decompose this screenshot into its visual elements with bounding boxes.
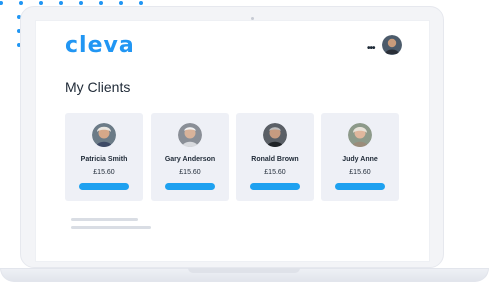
page-title: My Clients bbox=[65, 79, 131, 95]
client-card[interactable]: Patricia Smith £15.60 bbox=[65, 113, 143, 201]
client-action-button[interactable] bbox=[335, 183, 385, 190]
decorative-dot bbox=[59, 1, 63, 5]
skeleton-line bbox=[71, 226, 151, 229]
more-dots-icon[interactable]: ••• bbox=[367, 44, 375, 54]
client-cards: Patricia Smith £15.60 Gary Anderson £15.… bbox=[65, 113, 399, 201]
client-avatar bbox=[178, 123, 202, 147]
client-photo bbox=[348, 123, 372, 147]
decorative-dot bbox=[0, 1, 3, 5]
laptop-notch bbox=[188, 268, 300, 273]
client-price: £15.60 bbox=[349, 169, 371, 176]
client-name: Ronald Brown bbox=[251, 156, 299, 163]
app-logo[interactable]: cleva bbox=[65, 34, 135, 58]
client-action-button[interactable] bbox=[165, 183, 215, 190]
app-screen: cleva ••• My Clients Patricia Smith £15.… bbox=[35, 20, 430, 262]
client-name: Patricia Smith bbox=[80, 156, 128, 163]
skeleton-line bbox=[71, 218, 138, 221]
client-photo bbox=[178, 123, 202, 147]
client-action-button[interactable] bbox=[79, 183, 129, 190]
decorative-dot bbox=[99, 1, 103, 5]
client-card[interactable]: Judy Anne £15.60 bbox=[321, 113, 399, 201]
decorative-dot bbox=[139, 1, 143, 5]
decorative-dot bbox=[79, 1, 83, 5]
user-avatar-image bbox=[382, 35, 402, 55]
client-action-button[interactable] bbox=[250, 183, 300, 190]
client-name: Judy Anne bbox=[342, 156, 378, 163]
decorative-dot bbox=[19, 1, 23, 5]
client-name: Gary Anderson bbox=[164, 156, 216, 163]
client-card[interactable]: Ronald Brown £15.60 bbox=[236, 113, 314, 201]
client-price: £15.60 bbox=[264, 169, 286, 176]
client-price: £15.60 bbox=[93, 169, 115, 176]
client-card[interactable]: Gary Anderson £15.60 bbox=[151, 113, 229, 201]
client-avatar bbox=[348, 123, 372, 147]
decorative-dot bbox=[119, 1, 123, 5]
client-photo bbox=[92, 123, 116, 147]
client-avatar bbox=[92, 123, 116, 147]
client-price: £15.60 bbox=[179, 169, 201, 176]
user-avatar[interactable] bbox=[382, 35, 402, 55]
client-avatar bbox=[263, 123, 287, 147]
client-photo bbox=[263, 123, 287, 147]
decorative-dot bbox=[39, 1, 43, 5]
